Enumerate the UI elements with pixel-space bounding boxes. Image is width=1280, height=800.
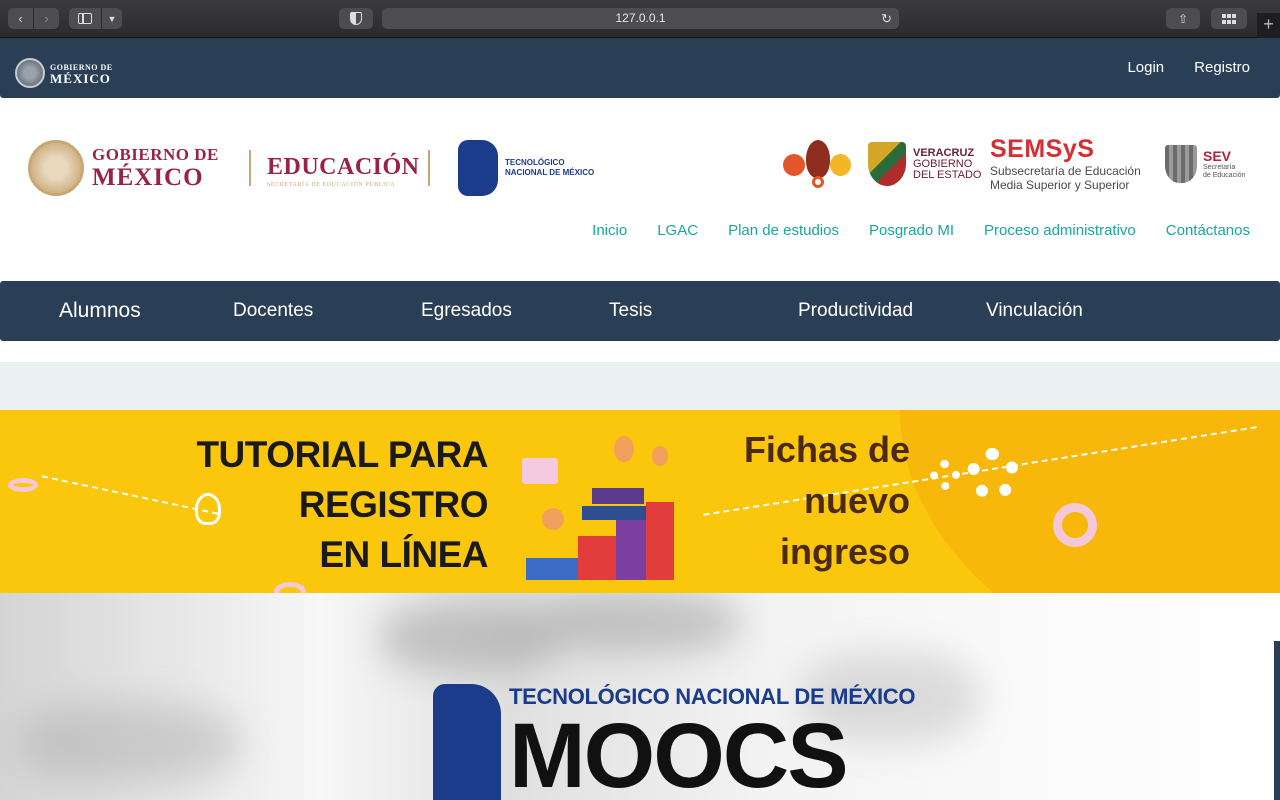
reload-icon[interactable]: ↻ <box>881 8 892 29</box>
ring-decoration <box>1053 503 1097 547</box>
tecnm-gear-icon <box>458 140 498 196</box>
nav-vinculacion[interactable]: Vinculación <box>986 300 1083 322</box>
subnav-inicio[interactable]: Inicio <box>592 222 627 239</box>
subnav-contactanos[interactable]: Contáctanos <box>1166 222 1250 239</box>
semsys-line2: Media Superior y Superior <box>990 178 1130 192</box>
new-tab-icon[interactable]: + <box>1257 13 1280 38</box>
nav-alumnos[interactable]: Alumnos <box>59 299 141 323</box>
semsys-title: SEMSyS <box>990 135 1095 163</box>
moocs-word: MOOCS <box>509 705 849 800</box>
veracruz-shield-icon <box>868 142 906 186</box>
fichas-heading: Fichas de nuevo ingreso <box>720 424 910 577</box>
subnav-proceso-administrativo[interactable]: Proceso administrativo <box>984 222 1136 239</box>
scroll-edge <box>1274 641 1280 800</box>
ring-decoration <box>274 582 306 593</box>
tutorial-line1: TUTORIAL PARA <box>196 434 488 475</box>
educacion-title: EDUCACIÓN <box>267 154 420 180</box>
tutorial-line2: REGISTRO <box>298 484 489 525</box>
shield-icon <box>350 12 362 25</box>
veracruz-line3: DEL ESTADO <box>913 168 982 181</box>
gear-icon <box>967 448 1019 500</box>
gear-icon <box>930 460 960 490</box>
subnav-lgac[interactable]: LGAC <box>657 222 698 239</box>
moocs-logo: TECNOLÓGICO NACIONAL DE MÉXICO MOOCS <box>433 684 915 800</box>
privacy-button[interactable] <box>339 8 373 29</box>
sidebar-icon <box>69 13 101 24</box>
divider <box>249 150 251 186</box>
tutorial-heading: TUTORIAL PARA REGISTRO EN LÍNEA <box>168 430 488 580</box>
institution-emblem-icon <box>783 138 851 188</box>
history-buttons: ‹ › <box>8 8 59 29</box>
spacer-strip <box>0 362 1280 410</box>
tutorial-line3: EN LÍNEA <box>319 534 488 575</box>
veracruz-line2: GOBIERNO <box>913 157 973 170</box>
browser-toolbar: ‹ › ▼ 127.0.0.1 ↻ ⇧ + <box>0 0 1280 38</box>
educacion-subtitle: SECRETARÍA DE EDUCACIÓN PÚBLICA <box>267 182 396 188</box>
sidebar-button[interactable]: ▼ <box>69 8 122 29</box>
registro-link[interactable]: Registro <box>1194 59 1250 76</box>
sub-navigation: Inicio LGAC Plan de estudios Posgrado MI… <box>592 222 1250 239</box>
sev-logo[interactable]: SEV Secretaría de Educación <box>1165 145 1245 183</box>
educacion-logo[interactable]: EDUCACIÓN SECRETARÍA DE EDUCACIÓN PÚBLIC… <box>267 154 420 188</box>
sev-title: SEV <box>1203 147 1232 164</box>
national-seal-icon <box>28 140 84 196</box>
login-link[interactable]: Login <box>1127 59 1164 76</box>
nav-egresados[interactable]: Egresados <box>421 300 512 322</box>
gob-header: GOBIERNO DE MÉXICO Login Registro <box>0 38 1280 98</box>
url-text: 127.0.0.1 <box>615 11 666 25</box>
fichas-line1: Fichas de <box>743 429 910 470</box>
tecnm-line1: TECNOLÓGICO <box>505 158 565 167</box>
semsys-line1: Subsecretaría de Educación <box>990 164 1141 178</box>
nav-productividad[interactable]: Productividad <box>798 300 913 322</box>
divider <box>428 150 430 186</box>
subnav-plan-de-estudios[interactable]: Plan de estudios <box>728 222 839 239</box>
fichas-line3: ingreso <box>779 531 910 572</box>
back-icon[interactable]: ‹ <box>8 8 33 29</box>
share-icon[interactable]: ⇧ <box>1166 8 1200 29</box>
chevron-down-icon[interactable]: ▼ <box>101 8 122 29</box>
forward-icon[interactable]: › <box>33 8 59 29</box>
ring-decoration <box>8 478 38 492</box>
veracruz-line1: VERACRUZ <box>913 146 975 159</box>
seal-icon <box>15 58 45 88</box>
gob-links: Login Registro <box>1127 59 1250 76</box>
gob-line1: GOBIERNO DE <box>92 145 219 164</box>
nav-docentes[interactable]: Docentes <box>233 300 313 322</box>
sev-line1: Secretaría <box>1203 163 1236 171</box>
fichas-line2: nuevo <box>803 480 910 521</box>
sev-shield-icon <box>1165 145 1197 183</box>
sev-line2: de Educación <box>1203 171 1246 179</box>
gobierno-mexico-logo[interactable]: GOBIERNO DE MÉXICO <box>28 140 219 196</box>
semsys-logo[interactable]: SEMSyS Subsecretaría de Educación Media … <box>990 135 1141 192</box>
subnav-posgrado-mi[interactable]: Posgrado MI <box>869 222 954 239</box>
admission-banner[interactable]: TUTORIAL PARA REGISTRO EN LÍNEA Fichas d… <box>0 410 1280 593</box>
tecnm-line2: NACIONAL DE MÉXICO <box>505 168 595 177</box>
tecnm-gear-icon <box>433 684 501 800</box>
logos-bar: GOBIERNO DE MÉXICO EDUCACIÓN SECRETARÍA … <box>0 98 1280 281</box>
veracruz-logo[interactable]: VERACRUZ GOBIERNO DEL ESTADO <box>868 142 981 186</box>
students-books-illustration <box>522 436 682 582</box>
main-navigation: Alumnos Docentes Egresados Tesis Product… <box>0 281 1280 341</box>
gob-line2: MÉXICO <box>92 164 204 191</box>
tabs-icon[interactable] <box>1211 8 1247 29</box>
nav-tesis[interactable]: Tesis <box>609 300 652 322</box>
address-bar[interactable]: 127.0.0.1 ↻ <box>382 8 899 29</box>
gob-mexico-logo[interactable]: GOBIERNO DE MÉXICO <box>15 58 113 88</box>
gob-logo-line2: MÉXICO <box>50 71 111 86</box>
tecnm-logo[interactable]: TECNOLÓGICO NACIONAL DE MÉXICO <box>458 140 594 196</box>
moocs-hero[interactable]: TECNOLÓGICO NACIONAL DE MÉXICO MOOCS <box>0 593 1280 800</box>
